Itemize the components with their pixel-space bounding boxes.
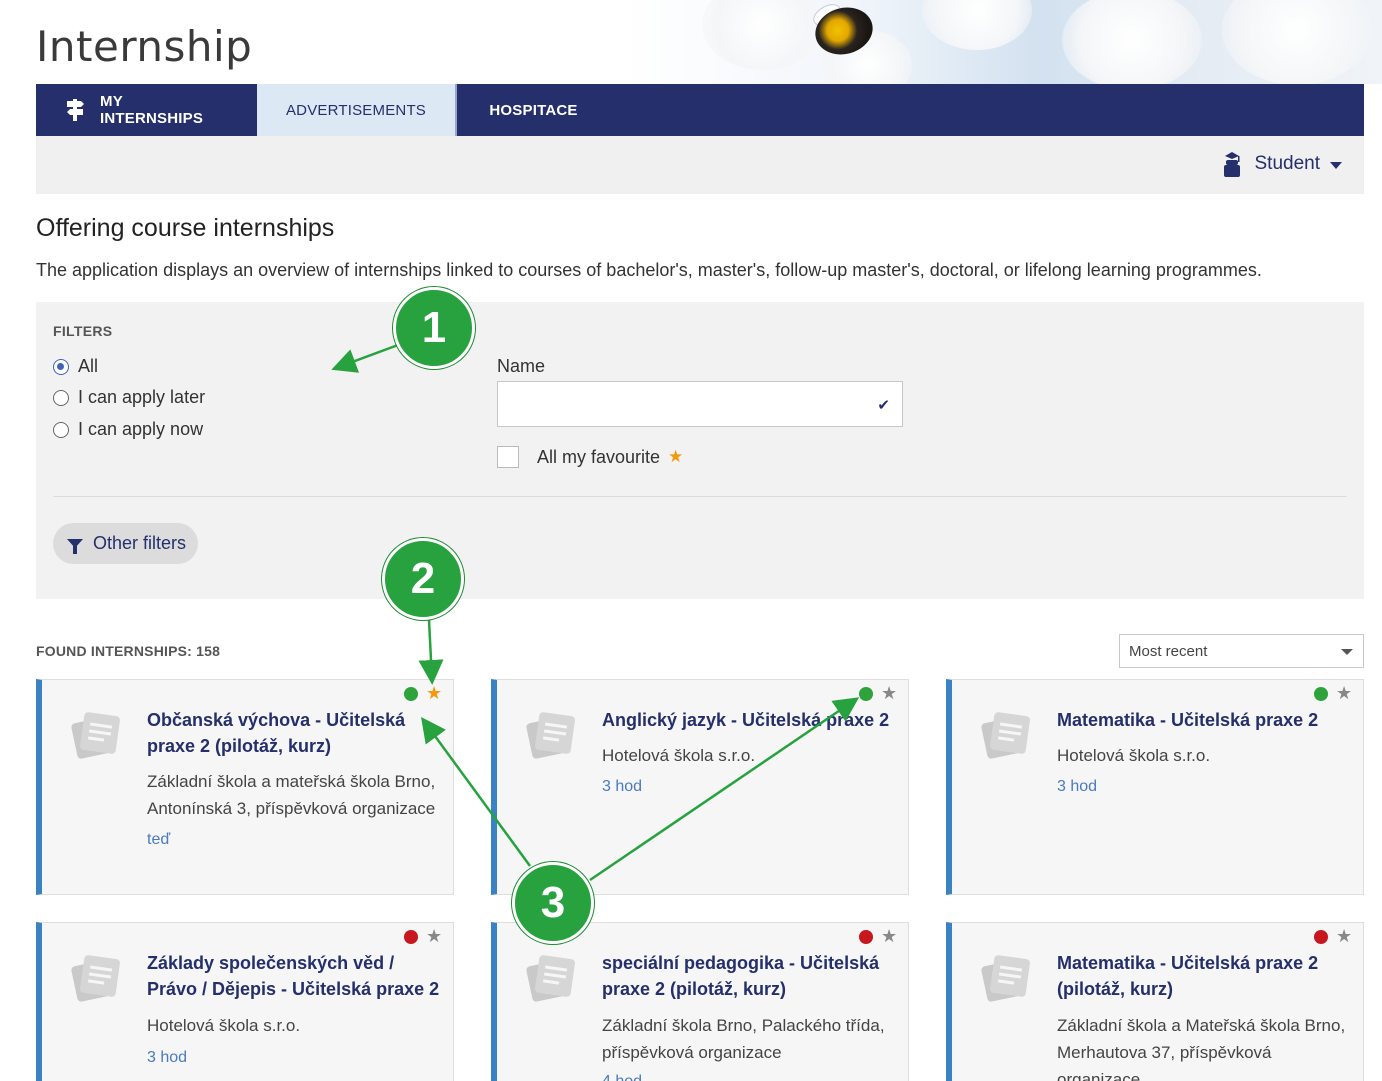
- name-label: Name: [497, 356, 546, 376]
- document-icon: [525, 953, 577, 1003]
- tab-hospitace[interactable]: HOSPITACE: [455, 84, 610, 136]
- status-dot: [404, 687, 418, 701]
- card-title[interactable]: Občanská výchova - Učitelská praxe 2 (pi…: [147, 707, 443, 759]
- favourite-star-icon[interactable]: ★: [1336, 926, 1352, 947]
- card-title[interactable]: Anglický jazyk - Učitelská praxe 2: [602, 707, 898, 733]
- other-filters-label: Other filters: [93, 533, 187, 553]
- status-dot: [1314, 930, 1328, 944]
- annotation-badge: 3: [512, 862, 594, 944]
- status-dot: [1314, 687, 1328, 701]
- role-selector[interactable]: Student: [1223, 148, 1342, 180]
- filter-option-apply-later[interactable]: I can apply later: [53, 387, 205, 408]
- filter-panel: FILTERS All I can apply later I can appl…: [36, 302, 1364, 599]
- status-dot: [404, 930, 418, 944]
- filter-icon: [67, 539, 83, 554]
- tab-advertisements[interactable]: ADVERTISEMENTS: [257, 84, 455, 136]
- internship-card[interactable]: ★ Základy společenských věd / Právo / Dě…: [36, 922, 454, 1081]
- card-organization: Hotelová škola s.r.o.: [1057, 746, 1211, 765]
- document-icon: [980, 710, 1032, 760]
- sort-select[interactable]: Most recent: [1119, 634, 1364, 668]
- card-time: teď: [147, 831, 171, 848]
- favourite-star-icon[interactable]: ★: [426, 926, 442, 947]
- card-organization: Hotelová škola s.r.o.: [147, 1016, 301, 1035]
- card-time: 3 hod: [1057, 778, 1098, 795]
- radio-button[interactable]: [53, 389, 69, 406]
- favourite-star-icon[interactable]: ★: [881, 926, 897, 947]
- page-description: The application displays an overview of …: [36, 260, 1262, 280]
- annotation-badge: 1: [393, 287, 475, 369]
- internship-card[interactable]: ★ Občanská výchova - Učitelská praxe 2 (…: [36, 679, 454, 895]
- main-nav: MY INTERNSHIPS ADVERTISEMENTS HOSPITACE: [36, 84, 1364, 136]
- favourite-label: All my favourite: [537, 446, 661, 467]
- divider: [53, 496, 1347, 497]
- document-icon: [980, 953, 1032, 1003]
- tab-my-internships[interactable]: MY INTERNSHIPS: [36, 84, 257, 136]
- page-title: Offering course internships: [36, 214, 335, 242]
- card-title[interactable]: Základy společenských věd / Právo / Děje…: [147, 950, 443, 1002]
- check-icon[interactable]: ✔: [877, 396, 890, 414]
- internship-card[interactable]: ★ speciální pedagogika - Učitelská praxe…: [491, 922, 909, 1081]
- card-time: 4 hod: [602, 1073, 642, 1081]
- card-time: 3 hod: [602, 778, 643, 795]
- tab-my-internships-label: MY INTERNSHIPS: [100, 93, 204, 127]
- filter-option-apply-now[interactable]: I can apply now: [53, 419, 203, 440]
- filter-option-label: All: [78, 356, 99, 376]
- filter-option-label: I can apply now: [78, 419, 204, 439]
- document-icon: [70, 953, 122, 1003]
- status-dot: [859, 687, 873, 701]
- other-filters-button[interactable]: Other filters: [53, 523, 198, 564]
- tab-hospitace-label: HOSPITACE: [489, 101, 578, 119]
- radio-button[interactable]: [53, 358, 69, 375]
- card-organization: Základní škola Brno, Palackého třída, př…: [602, 1016, 885, 1062]
- annotation-badge: 2: [382, 538, 464, 620]
- star-icon: ★: [668, 447, 684, 466]
- internship-card[interactable]: ★ Matematika - Učitelská praxe 2 (pilotá…: [946, 922, 1364, 1081]
- card-title[interactable]: speciální pedagogika - Učitelská praxe 2…: [602, 950, 898, 1002]
- document-icon: [70, 710, 122, 760]
- favourite-star-icon[interactable]: ★: [426, 683, 442, 704]
- status-dot: [859, 930, 873, 944]
- page: Internship MY INTERNSHIPS ADVERTISEMENTS…: [0, 0, 1382, 1081]
- role-bar: Student: [36, 136, 1364, 194]
- card-title[interactable]: Matematika - Učitelská praxe 2 (pilotáž,…: [1057, 950, 1353, 1002]
- favourite-star-icon[interactable]: ★: [881, 683, 897, 704]
- favourite-star-icon[interactable]: ★: [1336, 683, 1352, 704]
- card-organization: Základní škola a mateřská škola Brno, An…: [147, 772, 436, 818]
- card-title[interactable]: Matematika - Učitelská praxe 2: [1057, 707, 1353, 733]
- radio-button[interactable]: [53, 421, 69, 438]
- name-input[interactable]: ✔: [497, 381, 903, 427]
- card-time: 3 hod: [147, 1049, 188, 1066]
- card-organization: Hotelová škola s.r.o.: [602, 746, 756, 765]
- role-label: Student: [1254, 153, 1321, 174]
- student-icon: [1223, 151, 1241, 177]
- document-icon: [525, 710, 577, 760]
- app-title: Internship: [36, 22, 253, 71]
- internship-card[interactable]: ★ Matematika - Učitelská praxe 2 Hotelov…: [946, 679, 1364, 895]
- sort-value: Most recent: [1129, 643, 1208, 660]
- favourite-filter[interactable]: All my favourite ★: [497, 446, 683, 468]
- filter-option-label: I can apply later: [78, 387, 206, 407]
- found-count: FOUND INTERNSHIPS: 158: [36, 643, 221, 659]
- filters-heading: FILTERS: [53, 323, 113, 339]
- tab-advertisements-label: ADVERTISEMENTS: [285, 101, 427, 119]
- header-banner: Internship: [0, 0, 1382, 100]
- chevron-down-icon: [1341, 649, 1353, 655]
- favourite-checkbox[interactable]: [497, 446, 519, 468]
- signpost-icon: [64, 98, 86, 122]
- chevron-down-icon: [1330, 162, 1342, 169]
- banner-photo: [622, 0, 1382, 100]
- card-organization: Základní škola a Mateřská škola Brno, Me…: [1057, 1016, 1346, 1081]
- filter-option-all[interactable]: All: [53, 356, 98, 377]
